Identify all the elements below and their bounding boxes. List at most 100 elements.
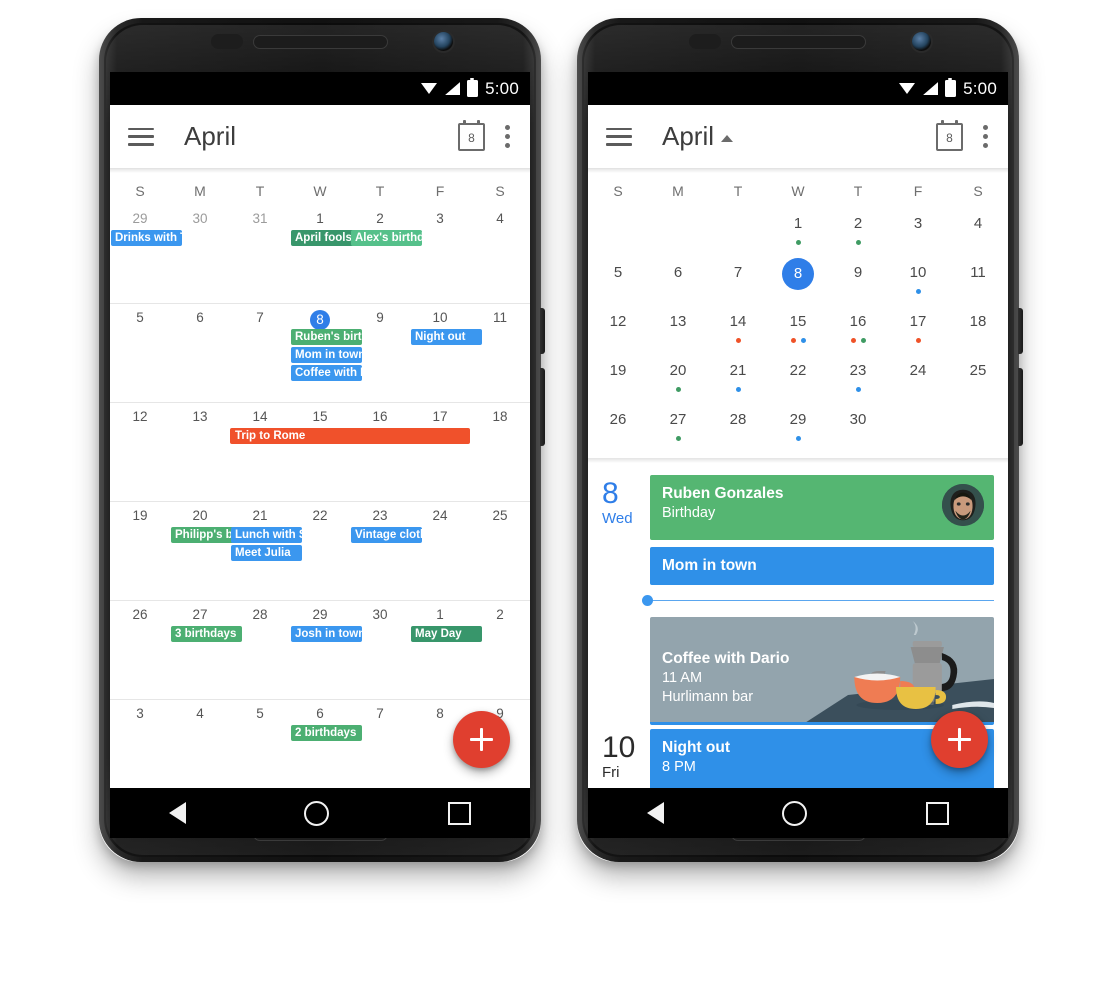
day-cell[interactable]: 5 [230, 700, 290, 788]
calendar-today-icon[interactable]: 8 [936, 119, 963, 151]
compact-day-cell[interactable]: 10 [888, 256, 948, 305]
day-cell[interactable]: 1 May Day [410, 601, 482, 699]
compact-day-cell[interactable]: 29 [768, 403, 828, 452]
compact-day-cell[interactable]: 20 [648, 354, 708, 403]
compact-day-cell[interactable]: 15 [768, 305, 828, 354]
recents-icon[interactable] [447, 801, 471, 825]
day-cell[interactable]: 21Lunch with SamMeet Julia [230, 502, 302, 600]
day-cell[interactable]: 10 Night out [410, 304, 482, 402]
day-cell[interactable]: 15Kara's vet [290, 403, 362, 501]
agenda-event-photo-card[interactable]: Coffee with Dario 11 AM Hurlimann bar [650, 617, 994, 725]
agenda-event-card[interactable]: Mom in town [650, 547, 994, 585]
compact-day-cell[interactable]: 3 [888, 207, 948, 256]
compact-day-cell[interactable]: 18 [948, 305, 1008, 354]
day-cell[interactable]: 12 [110, 403, 170, 501]
compact-day-cell[interactable]: 14 [708, 305, 768, 354]
compact-day-cell[interactable]: 5 [588, 256, 648, 305]
day-cell[interactable]: 62 birthdays [290, 700, 362, 788]
day-cell[interactable]: 29 Josh in town [290, 601, 362, 699]
compact-day-cell[interactable]: 2 [828, 207, 888, 256]
day-cell[interactable]: 4 [170, 700, 230, 788]
compact-day-cell[interactable]: 26 [588, 403, 648, 452]
back-icon[interactable] [647, 802, 665, 824]
day-cell[interactable]: 6 [170, 304, 230, 402]
day-cell[interactable]: 162 birthdays [350, 403, 422, 501]
compact-day-empty [588, 207, 648, 256]
overflow-menu-icon[interactable] [983, 125, 988, 148]
home-icon[interactable] [782, 800, 808, 826]
compact-day-cell[interactable]: 16 [828, 305, 888, 354]
calendar-today-icon[interactable]: 8 [458, 119, 485, 151]
day-cell[interactable]: 7 [350, 700, 410, 788]
day-cell[interactable]: 5 [110, 304, 170, 402]
multi-day-event-bar[interactable]: Trip to Rome [230, 428, 470, 444]
compact-day-cell[interactable]: 27 [648, 403, 708, 452]
add-event-fab[interactable] [453, 711, 510, 768]
compact-day-cell[interactable]: 8 [768, 256, 828, 305]
day-cell[interactable]: 1April fools day [290, 205, 362, 303]
compact-day-cell[interactable]: 6 [648, 256, 708, 305]
day-cell[interactable]: 19 [110, 502, 170, 600]
day-cell[interactable]: 9 [350, 304, 410, 402]
day-cell[interactable]: 18 [470, 403, 530, 501]
hamburger-menu-icon[interactable] [606, 127, 632, 146]
day-cell[interactable]: 2 [470, 601, 530, 699]
compact-day-cell[interactable]: 9 [828, 256, 888, 305]
page-title[interactable]: April [662, 121, 734, 152]
event-dots [648, 387, 708, 392]
day-cell[interactable]: 25 [470, 502, 530, 600]
compact-day-cell[interactable]: 24 [888, 354, 948, 403]
day-cell[interactable]: 27 3 birthdays [170, 601, 242, 699]
app-bar: April 8 [588, 105, 1008, 168]
back-icon[interactable] [169, 802, 187, 824]
day-cell[interactable]: 2Alex's birthday [350, 205, 422, 303]
day-cell[interactable]: 28 [230, 601, 290, 699]
compact-day-cell[interactable]: 4 [948, 207, 1008, 256]
day-cell[interactable]: 30 [170, 205, 230, 303]
compact-day-cell[interactable]: 21 [708, 354, 768, 403]
day-cell[interactable]: 22 [290, 502, 350, 600]
day-cell[interactable]: 26 [110, 601, 170, 699]
day-cell[interactable]: 31 [230, 205, 290, 303]
compact-day-cell[interactable]: 19 [588, 354, 648, 403]
overflow-menu-icon[interactable] [505, 125, 510, 148]
day-cell[interactable]: 8Ruben's birthdayMom in townCoffee with … [290, 304, 362, 402]
compact-day-cell[interactable]: 23 [828, 354, 888, 403]
power-button[interactable] [540, 308, 545, 354]
day-cell[interactable]: 3 [110, 700, 170, 788]
volume-button[interactable] [540, 368, 545, 446]
day-cell[interactable]: 20Philipp's birthday [170, 502, 242, 600]
compact-day-cell[interactable]: 1 [768, 207, 828, 256]
day-cell[interactable]: 24 [410, 502, 470, 600]
day-cell[interactable]: 11 [470, 304, 530, 402]
compact-day-cell[interactable]: 22 [768, 354, 828, 403]
compact-day-cell[interactable]: 25 [948, 354, 1008, 403]
compact-day-cell[interactable]: 28 [708, 403, 768, 452]
agenda-event-card[interactable]: Ruben Gonzales Birthday [650, 475, 994, 540]
volume-button[interactable] [1018, 368, 1023, 446]
event-title: Mom in town [662, 557, 757, 574]
day-cell[interactable]: 13 [170, 403, 230, 501]
compact-day-cell[interactable]: 12 [588, 305, 648, 354]
day-cell[interactable]: 3 [410, 205, 470, 303]
day-cell[interactable]: 23Vintage clothes [350, 502, 422, 600]
day-cell[interactable]: 29Drinks with Tom [110, 205, 182, 303]
compact-day-cell[interactable]: 13 [648, 305, 708, 354]
home-icon[interactable] [304, 800, 330, 826]
compact-day-cell[interactable]: 17 [888, 305, 948, 354]
day-cell[interactable]: 14 [230, 403, 290, 501]
compact-day-cell[interactable]: 30 [828, 403, 888, 452]
day-cell[interactable]: 4 [470, 205, 530, 303]
compact-day-cell[interactable]: 11 [948, 256, 1008, 305]
power-button[interactable] [1018, 308, 1023, 354]
compact-day-cell[interactable]: 7 [708, 256, 768, 305]
day-cell[interactable]: 17 [410, 403, 470, 501]
day-cell[interactable]: 30 [350, 601, 410, 699]
weekday-label-5: F [913, 183, 923, 199]
day-number: 5 [256, 706, 264, 721]
weekday-header-row: SMTWTFS [588, 173, 1008, 205]
add-event-fab[interactable] [931, 711, 988, 768]
hamburger-menu-icon[interactable] [128, 127, 154, 146]
recents-icon[interactable] [925, 801, 949, 825]
day-cell[interactable]: 7 [230, 304, 290, 402]
